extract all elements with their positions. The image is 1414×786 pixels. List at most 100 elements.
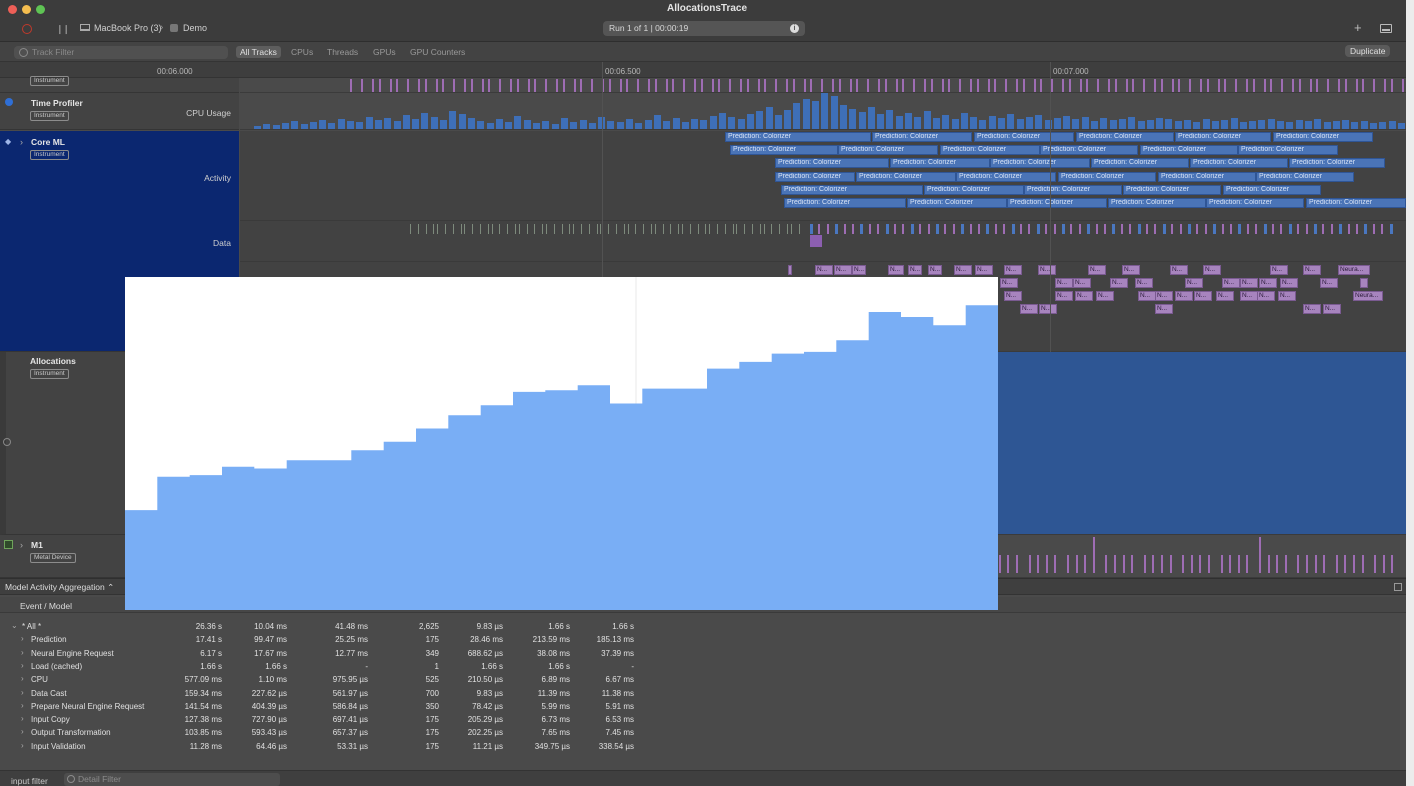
cpu-usage-bar: [1118, 119, 1126, 129]
disclosure-chevron-icon[interactable]: ›: [21, 661, 24, 670]
disclosure-chevron-icon[interactable]: ›: [21, 741, 24, 750]
data-stripe: [682, 224, 683, 234]
disclosure-chevron-icon[interactable]: ›: [21, 674, 24, 683]
activity-stripe: [941, 79, 944, 92]
scope-gpu-counters[interactable]: GPU Counters: [410, 47, 465, 57]
gpu-activity-stripe: [1259, 537, 1261, 573]
disclosure-chevron-icon[interactable]: ›: [21, 714, 24, 723]
cpu-usage-bar: [356, 122, 364, 129]
activity-stripe: [711, 79, 714, 92]
activity-stripe: [867, 79, 870, 92]
scope-cpus[interactable]: CPUs: [291, 47, 313, 57]
activity-stripe: [994, 79, 996, 92]
timeline-ruler[interactable]: 00:06.000 00:06.500 00:07.000: [0, 62, 1406, 78]
device-selector[interactable]: MacBook Pro (3): [94, 23, 162, 33]
scope-threads[interactable]: Threads: [327, 47, 358, 57]
data-lane[interactable]: [240, 222, 1406, 262]
bottom-bar: input filter Detail Filter: [0, 770, 1406, 786]
table-row[interactable]: › CPU 577.09 ms 1.10 ms 975.95 µs 525 210.50 µ…: [0, 673, 1406, 686]
activity-stripe: [580, 79, 582, 92]
row-value: 586.84 µs: [332, 701, 368, 711]
track-header-partial[interactable]: Instrument: [0, 76, 239, 93]
data-stripe: [553, 224, 555, 234]
table-row[interactable]: › Output Transformation 103.85 ms 593.43 µs…: [0, 726, 1406, 739]
disclosure-chevron-icon[interactable]: ›: [21, 727, 24, 736]
cpu-usage-bar: [709, 116, 717, 129]
track-header-time-profiler[interactable]: Time Profiler Instrument CPU Usage: [0, 93, 239, 130]
target-selector[interactable]: Demo: [183, 23, 207, 33]
cpu-usage-bar: [523, 120, 531, 129]
track-filter-input[interactable]: Track Filter: [14, 46, 228, 59]
gpu-activity-stripe: [1237, 555, 1240, 573]
cpu-usage-bar: [1156, 118, 1164, 129]
table-row-all[interactable]: ⌄ * All * 26.36 s 10.04 ms 41.48 ms 2,625 9.83…: [0, 620, 1406, 633]
prediction-bar: Prediction: Colorizer: [924, 184, 1024, 195]
table-row[interactable]: › Prepare Neural Engine Request 141.54 ms 4…: [0, 700, 1406, 713]
data-stripe: [744, 224, 746, 234]
detail-filter-input[interactable]: Detail Filter: [64, 773, 280, 786]
add-instrument-button[interactable]: +: [1354, 20, 1362, 35]
row-value: 6.89 ms: [541, 675, 570, 685]
aggregation-selector[interactable]: Model Activity Aggregation ⌃: [5, 582, 114, 593]
ruler-tick-label: 00:07.000: [1053, 67, 1089, 76]
add-track-icon[interactable]: [3, 438, 11, 446]
toggle-panel-icon[interactable]: [1380, 24, 1392, 33]
info-icon[interactable]: i: [790, 24, 799, 33]
row-value: 5.91 ms: [605, 701, 634, 711]
table-row[interactable]: › Load (cached) 1.66 s 1.66 s - 1 1.66 s 1.66 s…: [0, 660, 1406, 673]
disclosure-chevron-icon[interactable]: ›: [21, 688, 24, 697]
data-stripe: [798, 224, 800, 234]
row-name: * All *: [22, 622, 42, 631]
instrument-badge: Instrument: [30, 76, 69, 86]
record-icon[interactable]: [22, 24, 32, 34]
data-stripe: [1297, 224, 1300, 234]
data-stripe: [616, 224, 617, 234]
input-filter-label[interactable]: input filter: [11, 776, 48, 786]
gpu-activity-stripe: [1122, 555, 1125, 573]
table-row[interactable]: › Data Cast 159.34 ms 227.62 µs 561.97 µs 700…: [0, 687, 1406, 700]
activity-stripe: [1097, 79, 1100, 92]
disclosure-chevron-icon[interactable]: ›: [21, 648, 24, 657]
data-stripe: [1003, 224, 1006, 234]
disclosure-chevron-icon[interactable]: ›: [21, 634, 24, 643]
partial-track-lane[interactable]: [240, 78, 1406, 93]
scope-gpus[interactable]: GPUs: [373, 47, 396, 57]
table-row[interactable]: › Input Copy 127.38 ms 727.90 µs 697.41 µs 17…: [0, 713, 1406, 726]
neural-engine-box: N...: [1222, 278, 1240, 288]
disclosure-chevron-icon[interactable]: ›: [20, 137, 23, 147]
activity-lane[interactable]: Prediction: Colorizer Prediction: Coloriz…: [240, 131, 1406, 221]
run-status[interactable]: Run 1 of 1 | 00:00:19 i: [603, 21, 805, 36]
table-row[interactable]: › Input Validation 11.28 ms 64.46 µs 53.31 µ…: [0, 740, 1406, 753]
neural-engine-box: N...: [1278, 291, 1296, 301]
cpu-usage-bar: [1230, 118, 1238, 129]
column-event-model[interactable]: Event / Model: [20, 601, 72, 611]
row-name: CPU: [31, 675, 48, 685]
gpu-activity-stripe: [1229, 555, 1232, 573]
neural-engine-box: N...: [1122, 265, 1140, 275]
gpu-activity-stripe: [1092, 537, 1095, 573]
scope-all-tracks[interactable]: All Tracks: [236, 46, 281, 58]
disclosure-chevron-icon[interactable]: ⌄: [11, 621, 18, 630]
duplicate-button[interactable]: Duplicate: [1345, 45, 1391, 57]
row-value: 577.09 ms: [184, 675, 222, 685]
pause-icon[interactable]: ❙❙: [56, 24, 70, 35]
disclosure-chevron-icon[interactable]: ›: [20, 540, 23, 550]
cpu-usage-bar: [700, 120, 708, 129]
cpu-usage-lane[interactable]: [240, 93, 1406, 130]
data-stripe: [662, 224, 664, 234]
inspector-toggle-icon[interactable]: [1394, 583, 1402, 591]
data-stripe: [534, 224, 536, 234]
gpu-activity-stripe: [1131, 555, 1134, 573]
disclosure-chevron-icon[interactable]: ›: [21, 701, 24, 710]
table-row[interactable]: › Prediction 17.41 s 99.47 ms 25.25 ms 175 28.…: [0, 633, 1406, 646]
row-value: 41.48 ms: [335, 622, 368, 631]
cpu-usage-bar: [430, 117, 438, 129]
activity-stripe: [1344, 79, 1347, 92]
gpu-activity-stripe: [1084, 555, 1087, 573]
table-row[interactable]: › Neural Engine Request 6.17 s 17.67 ms 12.7…: [0, 647, 1406, 660]
data-stripe: [818, 224, 821, 234]
data-stripe: [627, 224, 629, 234]
row-value: 727.90 µs: [251, 715, 287, 725]
row-value: 6.67 ms: [605, 675, 634, 685]
activity-stripe: [608, 79, 611, 92]
